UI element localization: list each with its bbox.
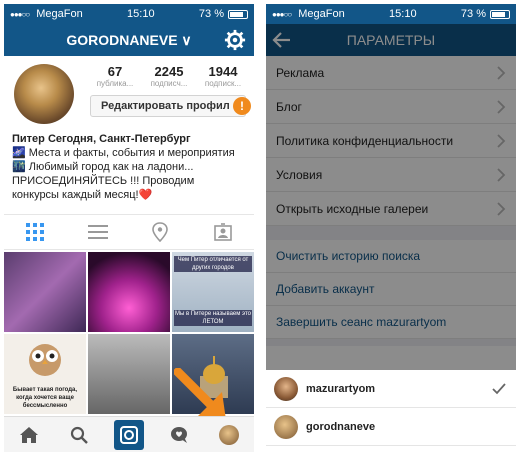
stat-value: 1944: [208, 64, 238, 79]
stat-posts[interactable]: 67 публика...: [90, 64, 140, 88]
avatar: [274, 414, 298, 439]
activity-bubble-icon: [171, 426, 187, 443]
bio-line: конкурсы каждый месяц!❤️: [12, 189, 153, 201]
battery-percent: 73 %: [198, 8, 224, 20]
profile-tab[interactable]: [214, 420, 244, 450]
photo-caption: Бывает такая погода, когда хочется ваще …: [12, 387, 78, 409]
signal-indicator: ●●●○○: [272, 10, 292, 19]
photo-caption: Мы в Питере называем это ЛЕТОМ: [174, 310, 252, 326]
view-switcher: [4, 214, 254, 250]
account-row-gorodnaneve[interactable]: gorodnaneve: [266, 408, 516, 446]
carrier-name: MegaFon: [298, 8, 345, 20]
home-tab[interactable]: [14, 420, 44, 450]
home-icon: [20, 426, 38, 443]
stat-value: 67: [107, 64, 123, 79]
grid-view-icon[interactable]: [24, 221, 46, 243]
photo-thumbnail[interactable]: [88, 252, 170, 332]
profile-screen: ●●●○○ MegaFon 15:10 73 % GORODNANEVE ∨ 6…: [4, 4, 254, 452]
account-name: mazurartyom: [306, 382, 376, 395]
search-icon: [70, 426, 88, 444]
search-tab[interactable]: [64, 420, 94, 450]
activity-tab[interactable]: [164, 420, 194, 450]
account-name: gorodnaneve: [306, 420, 376, 433]
bio-line: 🌌 Места и факты, события и мероприятия: [12, 147, 235, 159]
profile-summary: 67 публика... 2245 подписч... 1944 подпи…: [4, 56, 254, 132]
camera-tab[interactable]: [114, 419, 144, 450]
stat-value: 2245: [154, 64, 184, 79]
profile-stats: 67 публика... 2245 подписч... 1944 подпи…: [90, 64, 248, 88]
stat-following[interactable]: 1944 подписк...: [198, 64, 248, 88]
account-switcher-sheet: mazurartyom gorodnaneve: [266, 370, 516, 452]
bottom-tab-bar: [4, 416, 254, 452]
location-pin-icon[interactable]: [149, 221, 171, 243]
profile-header: GORODNANEVE ∨: [4, 24, 254, 56]
avatar: [274, 376, 298, 401]
gear-icon[interactable]: [224, 29, 246, 51]
bio-name: Питер Сегодня, Санкт-Петербург: [12, 133, 191, 145]
tagged-photos-icon[interactable]: [212, 221, 234, 243]
status-time: 15:10: [127, 8, 155, 20]
username-switcher[interactable]: GORODNANEVE ∨: [66, 32, 191, 49]
status-bar: ●●●○○ MegaFon 15:10 73 %: [4, 4, 254, 24]
camera-icon: [120, 425, 138, 444]
stat-label: подписк...: [204, 79, 242, 88]
profile-avatar-icon: [219, 424, 239, 445]
photo-caption: Чем Питер отличается от других городов: [174, 256, 252, 272]
edit-profile-button[interactable]: Редактировать профил !: [90, 95, 251, 117]
stat-label: публика...: [96, 79, 134, 88]
edit-profile-label: Редактировать профил: [101, 100, 230, 112]
owl-illustration: [29, 344, 61, 376]
signal-indicator: ●●●○○: [10, 10, 30, 19]
avatar: [14, 64, 74, 124]
photo-thumbnail[interactable]: [88, 334, 170, 414]
checkmark-icon: [492, 383, 506, 395]
stat-label: подписч...: [150, 79, 188, 88]
battery-icon: [489, 9, 510, 19]
battery-percent: 73 %: [460, 8, 486, 20]
carrier-name: MegaFon: [36, 8, 83, 20]
alert-icon: !: [233, 97, 251, 115]
photo-thumbnail[interactable]: Чем Питер отличается от других городов М…: [172, 252, 254, 332]
list-view-icon[interactable]: [87, 221, 109, 243]
bio-line: 🌃 Любимый город как на ладони...: [12, 161, 194, 173]
status-time: 15:10: [389, 8, 417, 20]
photo-thumbnail[interactable]: Бывает такая погода, когда хочется ваще …: [4, 334, 86, 414]
profile-bio: Питер Сегодня, Санкт-Петербург 🌌 Места и…: [4, 132, 254, 214]
account-row-mazurartyom[interactable]: mazurartyom: [266, 370, 516, 408]
dim-overlay[interactable]: [266, 24, 516, 370]
status-bar: ●●●○○ MegaFon 15:10 73 %: [266, 4, 516, 24]
bio-line: ПРИСОЕДИНЯЙТЕСЬ !!! Проводим: [12, 175, 195, 187]
settings-screen: ●●●○○ MegaFon 15:10 73 % ПАРАМЕТРЫ Рекла…: [266, 4, 516, 452]
stat-followers[interactable]: 2245 подписч...: [144, 64, 194, 88]
battery-icon: [227, 9, 248, 19]
photo-thumbnail[interactable]: [4, 252, 86, 332]
